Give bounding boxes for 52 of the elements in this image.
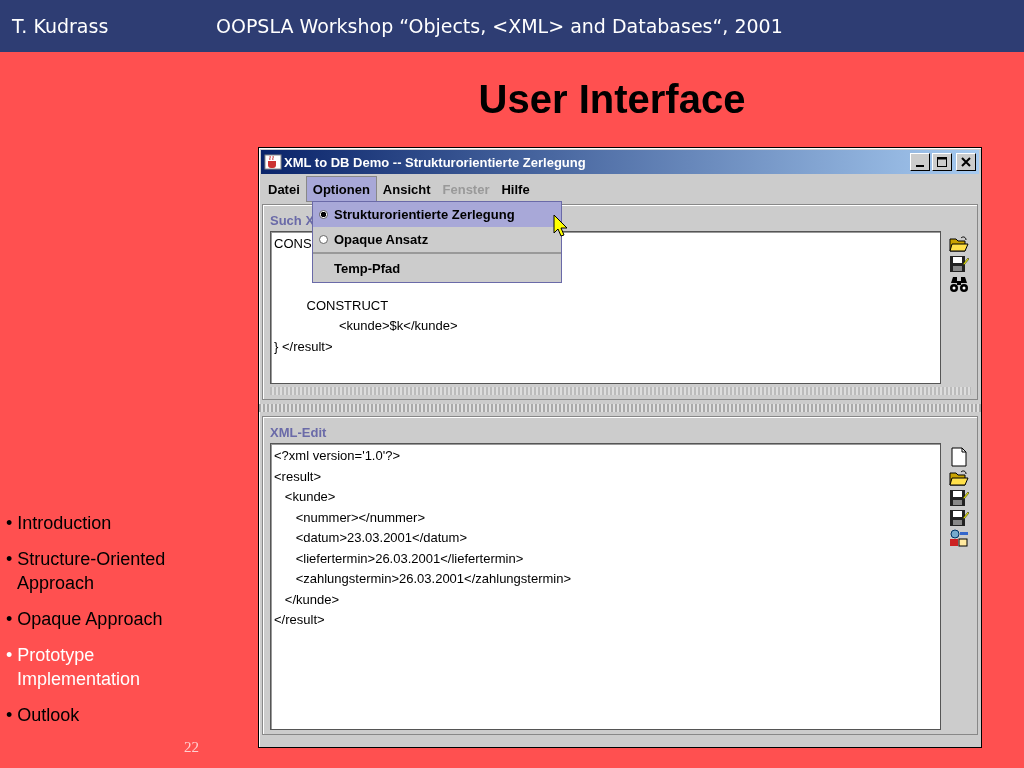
- minimize-icon: [916, 164, 924, 167]
- code-line: <liefertermin>26.03.2001</liefertermin>: [294, 549, 524, 568]
- radio-button[interactable]: [319, 235, 328, 244]
- save-icon[interactable]: [949, 509, 969, 527]
- code-line: } </result>: [274, 337, 333, 356]
- open-folder-icon[interactable]: [949, 235, 969, 253]
- minimize-button[interactable]: [910, 153, 930, 171]
- outline-item: • Structure-Oriented Approach: [6, 548, 167, 595]
- code-line: <result>: [274, 467, 321, 486]
- slide-title: User Interface: [478, 77, 746, 122]
- code-line: </result>: [274, 611, 325, 629]
- code-line: <datum>23.03.2001</datum>: [294, 529, 467, 547]
- event-title: OOPSLA Workshop “Objects, <XML> and Databases“, 2001: [216, 15, 783, 37]
- maximize-icon: [937, 157, 947, 167]
- option-label: Temp-Pfad: [334, 260, 401, 276]
- save-icon[interactable]: [949, 489, 969, 507]
- menu-item[interactable]: Ansicht: [376, 176, 437, 202]
- menu-option[interactable]: Temp-Pfad: [313, 252, 561, 282]
- author-name: T. Kudrass: [11, 15, 110, 37]
- option-label: Strukturorientierte Zerlegung: [334, 207, 515, 222]
- radio-button[interactable]: [319, 210, 328, 219]
- new-document-icon[interactable]: [949, 447, 969, 467]
- page-number: 22: [183, 739, 200, 757]
- code-line: </kunde>: [283, 590, 340, 609]
- code-line: <kunde>$k</kunde>: [338, 317, 458, 335]
- open-folder-icon[interactable]: [949, 469, 969, 487]
- outline-item: • Prototype Implementation: [6, 644, 142, 691]
- code-line: <zahlungstermin>26.03.2001</zahlungstermin>: [294, 570, 572, 588]
- outline-item: • Opaque Approach: [6, 608, 164, 631]
- code-line: CONSTRUCT: [305, 296, 389, 315]
- outline-item: • Outlook: [6, 704, 81, 727]
- panel-label: XML-Edit: [270, 424, 327, 442]
- menu-option[interactable]: Strukturorientierte Zerlegung: [313, 202, 561, 227]
- save-icon[interactable]: [949, 255, 969, 273]
- window-title: XML to DB Demo -- Strukturorientierte Zerlegung: [284, 154, 587, 170]
- coffee-cup-icon: [264, 154, 282, 170]
- outline-item: • Introduction: [6, 512, 113, 535]
- close-button[interactable]: [956, 153, 976, 171]
- code-line: <kunde>: [283, 488, 336, 506]
- code-line: <nummer></nummer>: [294, 508, 425, 527]
- binoculars-icon[interactable]: [949, 275, 969, 293]
- mouse-pointer-icon: [553, 214, 569, 238]
- maximize-button[interactable]: [932, 153, 952, 171]
- xml-editor[interactable]: <?xml version='1.0'?> <result> <kunde> <nummer></nummer> <datum>23.03.2001</datum> <liefertermin>26.03.2001</liefertermin> <zahlungstermin>26.03.2001</zahlungstermin> </kunde> </result>: [270, 443, 941, 730]
- code-line: <?xml version='1.0'?>: [274, 447, 400, 465]
- code-line: CONS: [274, 235, 312, 253]
- menu-item[interactable]: Hilfe: [495, 176, 536, 202]
- option-label: Opaque Ansatz: [334, 232, 429, 247]
- menu-item[interactable]: Datei: [262, 176, 306, 202]
- menu-item[interactable]: Optionen: [305, 176, 377, 202]
- database-transfer-icon[interactable]: [949, 529, 969, 547]
- close-icon: [961, 157, 971, 167]
